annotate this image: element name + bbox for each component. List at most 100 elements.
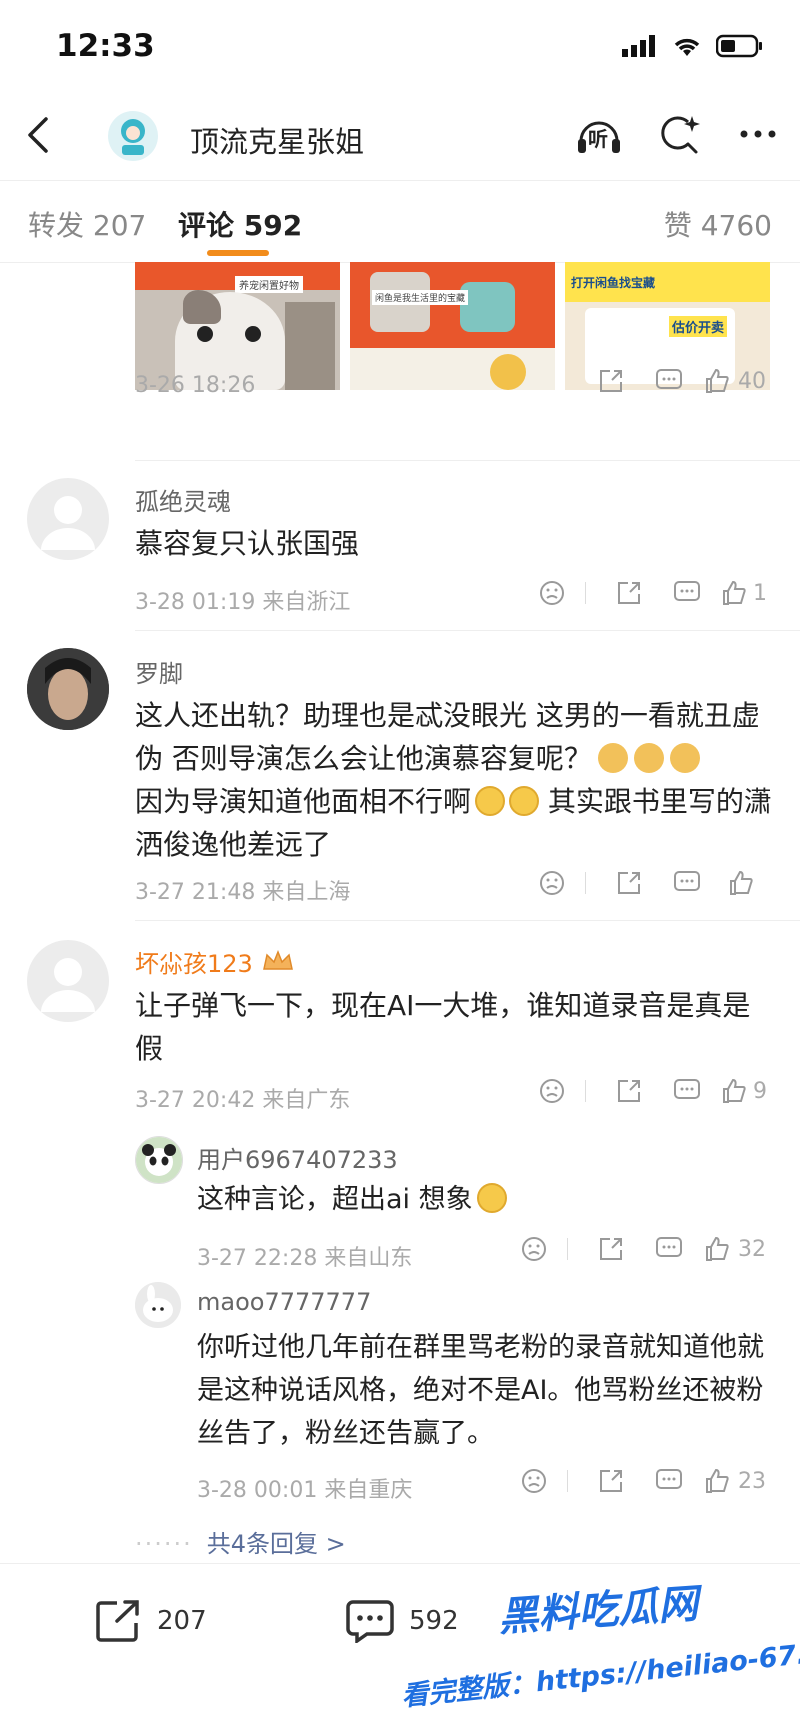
share-button[interactable]: [600, 870, 658, 896]
divider: [135, 920, 800, 921]
more-replies-link[interactable]: ······ 共4条回复 >: [135, 1524, 346, 1559]
comment-icon: [656, 1237, 682, 1257]
more-icon[interactable]: [736, 112, 780, 156]
tab-like[interactable]: 赞 4760: [664, 204, 772, 244]
signal-icon: [622, 35, 655, 57]
comment-button[interactable]: [640, 1468, 698, 1494]
comment-icon: [674, 871, 700, 891]
tab-repost-label: 转发: [28, 209, 85, 242]
comment-author[interactable]: 坏尛孩123: [135, 944, 253, 979]
comment-button[interactable]: [640, 1236, 698, 1262]
comment-button[interactable]: [658, 870, 716, 896]
sad-face-icon: [522, 1237, 546, 1261]
reply-author[interactable]: maoo7777777: [197, 1288, 371, 1316]
search-spark-icon[interactable]: [658, 112, 702, 156]
comment-meta: 3-27 20:42 来自广东: [135, 1088, 351, 1113]
share-button[interactable]: [582, 1236, 640, 1262]
status-time: 12:33: [56, 28, 155, 64]
separator: [585, 872, 586, 894]
back-arrow-icon[interactable]: [18, 113, 62, 157]
dislike-button[interactable]: [533, 870, 571, 896]
post-actions: 40: [582, 368, 772, 394]
share-button[interactable]: [582, 1468, 640, 1494]
reply-avatar[interactable]: [135, 1282, 181, 1328]
comment-icon: [656, 1469, 682, 1489]
post-image-cat[interactable]: 养宠闲置好物: [135, 262, 340, 390]
listen-label: 听: [588, 127, 608, 151]
rabbit-avatar-icon: [135, 1282, 181, 1328]
comment-button[interactable]: [640, 368, 698, 394]
panda-avatar-icon: [136, 1137, 182, 1183]
post-image-products[interactable]: 闲鱼是我生活里的宝藏: [350, 262, 555, 390]
dislike-button[interactable]: [533, 580, 571, 606]
like-button[interactable]: 1: [716, 580, 772, 606]
dislike-button[interactable]: [515, 1236, 553, 1262]
dislike-button[interactable]: [515, 1468, 553, 1494]
user-photo-icon: [27, 648, 109, 730]
comment-actions: 9: [533, 1078, 772, 1104]
status-bar: 12:33: [0, 0, 800, 95]
comment-button[interactable]: [658, 1078, 716, 1104]
bottom-repost-count: 207: [157, 1606, 207, 1636]
like-count: 32: [738, 1236, 766, 1262]
comment-text: 慕容复只认张国强: [135, 527, 360, 560]
reply-avatar[interactable]: [135, 1136, 183, 1184]
comment-meta: 3-27 21:48 来自上海: [135, 880, 351, 905]
thumbs-up-icon: [730, 870, 753, 895]
thumbs-up-icon: [723, 1078, 746, 1103]
share-button[interactable]: [600, 1078, 658, 1104]
comment-author[interactable]: 孤绝灵魂: [135, 482, 231, 517]
doge-emoji-icon: [669, 743, 700, 773]
page-title[interactable]: 顶流克星张姐: [190, 119, 364, 161]
avatar[interactable]: [27, 478, 109, 560]
tab-repost[interactable]: 转发 207: [28, 204, 146, 244]
sad-face-icon: [540, 871, 564, 895]
sad-face-icon: [540, 581, 564, 605]
like-button[interactable]: 40: [698, 368, 772, 394]
share-button[interactable]: [600, 580, 658, 606]
reply-author[interactable]: 用户6967407233: [197, 1140, 398, 1175]
like-button[interactable]: 32: [698, 1236, 772, 1262]
share-icon: [600, 370, 622, 392]
comment-icon: [346, 1600, 394, 1643]
comment-author[interactable]: 罗脚: [135, 654, 183, 689]
avatar[interactable]: [27, 940, 109, 1022]
active-tab-indicator: [207, 250, 269, 256]
image-caption: 养宠闲置好物: [235, 276, 303, 293]
tab-comment-count: 592: [243, 209, 303, 242]
comment-icon: [674, 1079, 700, 1099]
sad-face-icon: [540, 1079, 564, 1103]
bottom-repost-button[interactable]: 207: [95, 1599, 207, 1643]
listen-button[interactable]: 听: [574, 109, 624, 159]
share-icon: [600, 1238, 622, 1260]
nav-actions: 听: [574, 109, 780, 159]
comment-icon: [656, 369, 682, 389]
thumbs-up-icon: [706, 1236, 729, 1261]
default-avatar-icon: [41, 496, 95, 550]
comment-actions: [533, 870, 772, 896]
like-count: 1: [753, 580, 767, 606]
separator: [585, 582, 586, 604]
comment-button[interactable]: [658, 580, 716, 606]
dislike-button[interactable]: [533, 1078, 571, 1104]
share-button[interactable]: [582, 368, 640, 394]
bottom-comment-button[interactable]: 592: [345, 1599, 459, 1643]
like-button[interactable]: [716, 870, 772, 896]
avatar[interactable]: [27, 648, 109, 730]
comment-icon: [674, 581, 700, 601]
like-button[interactable]: 9: [716, 1078, 772, 1104]
like-button[interactable]: 23: [698, 1468, 772, 1494]
author-avatar[interactable]: [108, 111, 158, 161]
reply-actions: 23: [515, 1468, 772, 1494]
tab-like-count: 4760: [700, 209, 772, 242]
tab-comment[interactable]: 评论 592: [178, 204, 302, 244]
thumbs-up-icon: [706, 1468, 729, 1493]
doge-emoji-icon: [633, 743, 664, 773]
image-caption: 打开闲鱼找宝藏: [571, 276, 656, 290]
separator: [585, 1080, 586, 1102]
like-count: 23: [738, 1468, 766, 1494]
tab-repost-count: 207: [92, 209, 147, 242]
tab-comment-label: 评论: [178, 209, 235, 242]
reply-text-part: 这种言论，超出ai 想象: [197, 1184, 473, 1215]
comment-actions: 1: [533, 580, 772, 606]
